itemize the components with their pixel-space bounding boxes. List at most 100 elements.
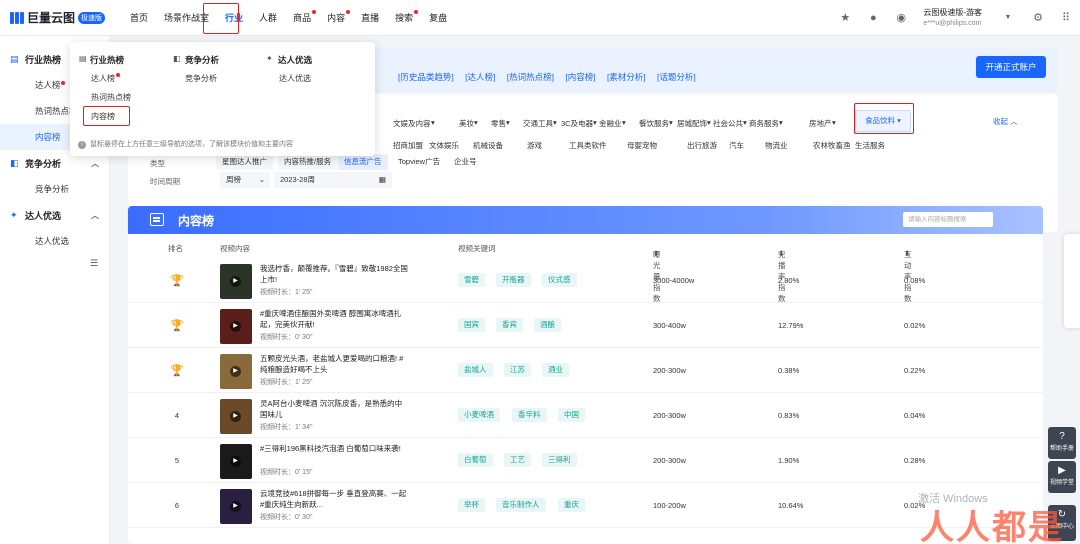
category-option[interactable]: 招商加盟	[393, 140, 423, 151]
keyword-tag[interactable]: 江苏	[504, 363, 531, 377]
category-option[interactable]: 社会公共	[713, 118, 743, 129]
dd-item-talent-rank[interactable]: 达人榜	[91, 73, 120, 84]
apps-grid-icon[interactable]: ⠿	[1060, 12, 1072, 24]
collapse-link[interactable]: 收起 ︿	[993, 116, 1018, 127]
video-school-button[interactable]: ▶ 视频学堂	[1048, 461, 1076, 493]
video-title[interactable]: 我选柠香，颠覆推荐。『雪碧』致敬1982全国上市!	[260, 263, 408, 285]
nav-item-product[interactable]: 商品	[285, 0, 319, 36]
category-option[interactable]: 汽车	[729, 140, 744, 151]
table-row[interactable]: 🏆 ▶ 五颗皮光头酒，老盐城人更爱喝的口粮酒! #纯粮酿造好喝不上头 视频时长：…	[128, 348, 1043, 393]
video-thumbnail[interactable]: ▶	[220, 264, 252, 299]
keyword-tag[interactable]: 开瓶器	[496, 273, 531, 287]
link-content-rank[interactable]: [内容榜]	[565, 72, 595, 82]
link-hotword-rank[interactable]: [热词热点榜]	[507, 72, 554, 82]
video-thumbnail[interactable]: ▶	[220, 399, 252, 434]
keyword-tag[interactable]: 酒业	[542, 363, 569, 377]
keyword-tag[interactable]: 举杯	[458, 498, 485, 512]
category-option[interactable]: 生活服务	[855, 140, 885, 151]
category-option[interactable]: 商务服务	[749, 118, 779, 129]
period-week-select[interactable]: 2023-28周 ▦	[274, 172, 392, 188]
message-icon[interactable]: ●	[867, 12, 879, 24]
open-account-button[interactable]: 开通正式账户	[976, 56, 1046, 78]
table-row[interactable]: 🏆 ▶ 我选柠香，颠覆推荐。『雪碧』致敬1982全国上市! 视频时长：1' 25…	[128, 258, 1043, 303]
video-thumbnail[interactable]: ▶	[220, 354, 252, 389]
nav-item-review[interactable]: 复盘	[421, 0, 455, 36]
dd-item-competition[interactable]: 竞争分析	[185, 73, 217, 84]
type-option-xingtu[interactable]: 星图达人推广	[216, 154, 273, 170]
link-topic-analysis[interactable]: [话题分析]	[657, 72, 696, 82]
search-input[interactable]: 请输入内容标题搜索	[903, 212, 993, 227]
logo[interactable]: 巨量云图 极速版	[10, 9, 122, 26]
keyword-tag[interactable]: 香宾	[496, 318, 523, 332]
keyword-tag[interactable]: 仪式感	[542, 273, 577, 287]
nav-item-home[interactable]: 首页	[122, 0, 156, 36]
category-option[interactable]: 机械设备	[473, 140, 503, 151]
video-title[interactable]: #重庆啤酒佳酿国外卖啤酒 醇围寓冰啤酒扎起，完美伙开献!	[260, 308, 408, 330]
type-option-feed-ads[interactable]: 信息流广告	[338, 154, 388, 170]
table-row[interactable]: 6 ▶ 云境竞技#618拼御每一步 垂直登高赛、一起#重庆纯生向新跃... 视频…	[128, 483, 1043, 528]
keyword-tag[interactable]: 工艺	[504, 453, 531, 467]
nav-item-live[interactable]: 直播	[353, 0, 387, 36]
keyword-tag[interactable]: 三得利	[542, 453, 577, 467]
table-row[interactable]: 5 ▶ #三得利196黑科技汽泡酒 白葡萄口味来袭! 视频时长：0' 15" 白…	[128, 438, 1043, 483]
video-title[interactable]: 云境竞技#618拼御每一步 垂直登高赛、一起#重庆纯生向新跃...	[260, 488, 408, 510]
nav-item-crowd[interactable]: 人群	[251, 0, 285, 36]
keyword-tag[interactable]: 重庆	[558, 498, 585, 512]
category-option[interactable]: 文娱及内容	[393, 118, 431, 129]
keyword-tag[interactable]: 中国	[558, 408, 585, 422]
gear-icon[interactable]: ⚙	[1032, 12, 1044, 24]
category-option[interactable]: 3C及电器	[561, 118, 593, 129]
sidebar-group-talent-select[interactable]: ✦ 达人优选 ︿	[0, 202, 109, 228]
video-thumbnail[interactable]: ▶	[220, 489, 252, 524]
link-talent-rank[interactable]: [达人榜]	[465, 72, 495, 82]
category-option[interactable]: 零售	[491, 118, 506, 129]
link-material-analysis[interactable]: [素材分析]	[607, 72, 646, 82]
keyword-tag[interactable]: 白葡萄	[458, 453, 493, 467]
keyword-tag[interactable]: 小麦啤酒	[458, 408, 500, 422]
star-icon[interactable]: ★	[839, 12, 851, 24]
category-option[interactable]: 农林牧畜渔	[813, 140, 851, 151]
sidebar-item-competition[interactable]: 竞争分析	[0, 176, 109, 202]
type-option-content-push[interactable]: 内容热推/服务	[278, 154, 338, 170]
nav-item-search[interactable]: 搜索	[387, 0, 421, 36]
category-option[interactable]: 房地产	[809, 118, 832, 129]
keyword-tag[interactable]: 盐城人	[458, 363, 493, 377]
video-thumbnail[interactable]: ▶	[220, 444, 252, 479]
period-unit-select[interactable]: 周榜 ⌄	[220, 172, 270, 188]
keyword-tag[interactable]: 雪碧	[458, 273, 485, 287]
type-option-topview[interactable]: Topview广告	[392, 154, 446, 170]
table-row[interactable]: 4 ▶ 灵A阿台小麦啤酒 沉沉陈皮香，是熟悉的中国味儿 视频时长：1' 34" …	[128, 393, 1043, 438]
nav-item-content[interactable]: 内容	[319, 0, 353, 36]
chevron-down-icon[interactable]: ▼	[1002, 12, 1014, 24]
settings-icon[interactable]: ◉	[895, 12, 907, 24]
category-option[interactable]: 工具类软件	[569, 140, 607, 151]
video-title[interactable]: #三得利196黑科技汽泡酒 白葡萄口味来袭!	[260, 443, 408, 454]
keyword-tag[interactable]: 音乐制作人	[496, 498, 546, 512]
user-info[interactable]: 云图极速版-游客 e***u@philips.com	[923, 7, 982, 29]
category-option[interactable]: 母婴宠物	[627, 140, 657, 151]
link-history-trend[interactable]: [历史品类趋势]	[398, 72, 454, 82]
floating-side-bar[interactable]	[1064, 234, 1080, 328]
category-option[interactable]: 出行旅游	[687, 140, 717, 151]
help-manual-button[interactable]: ? 帮助手册	[1048, 427, 1076, 459]
keyword-tag[interactable]: 国宾	[458, 318, 485, 332]
category-option[interactable]: 游戏	[527, 140, 542, 151]
keyword-tag[interactable]: 香辛料	[512, 408, 547, 422]
keyword-tag[interactable]: 酒酿	[534, 318, 561, 332]
type-option-enterprise[interactable]: 企业号	[448, 154, 483, 170]
video-thumbnail[interactable]: ▶	[220, 309, 252, 344]
sidebar-item-talent-select[interactable]: 达人优选	[0, 228, 109, 254]
video-title[interactable]: 五颗皮光头酒，老盐城人更爱喝的口粮酒! #纯粮酿造好喝不上头	[260, 353, 408, 375]
category-option[interactable]: 美妆	[459, 118, 474, 129]
collapse-sidebar-icon[interactable]: ☰	[90, 258, 98, 269]
dd-item-talent-select[interactable]: 达人优选	[279, 73, 311, 84]
category-option[interactable]: 金融业	[599, 118, 622, 129]
category-option[interactable]: 餐饮服务	[639, 118, 669, 129]
table-row[interactable]: 🏆 ▶ #重庆啤酒佳酿国外卖啤酒 醇围寓冰啤酒扎起，完美伙开献! 视频时长：0'…	[128, 303, 1043, 348]
category-option[interactable]: 物流业	[765, 140, 788, 151]
video-title[interactable]: 灵A阿台小麦啤酒 沉沉陈皮香，是熟悉的中国味儿	[260, 398, 408, 420]
category-option[interactable]: 文体娱乐	[429, 140, 459, 151]
category-option[interactable]: 居城配饰	[677, 118, 707, 129]
dd-item-hotword-rank[interactable]: 热词热点榜	[91, 92, 131, 103]
category-option[interactable]: 交通工具	[523, 118, 553, 129]
